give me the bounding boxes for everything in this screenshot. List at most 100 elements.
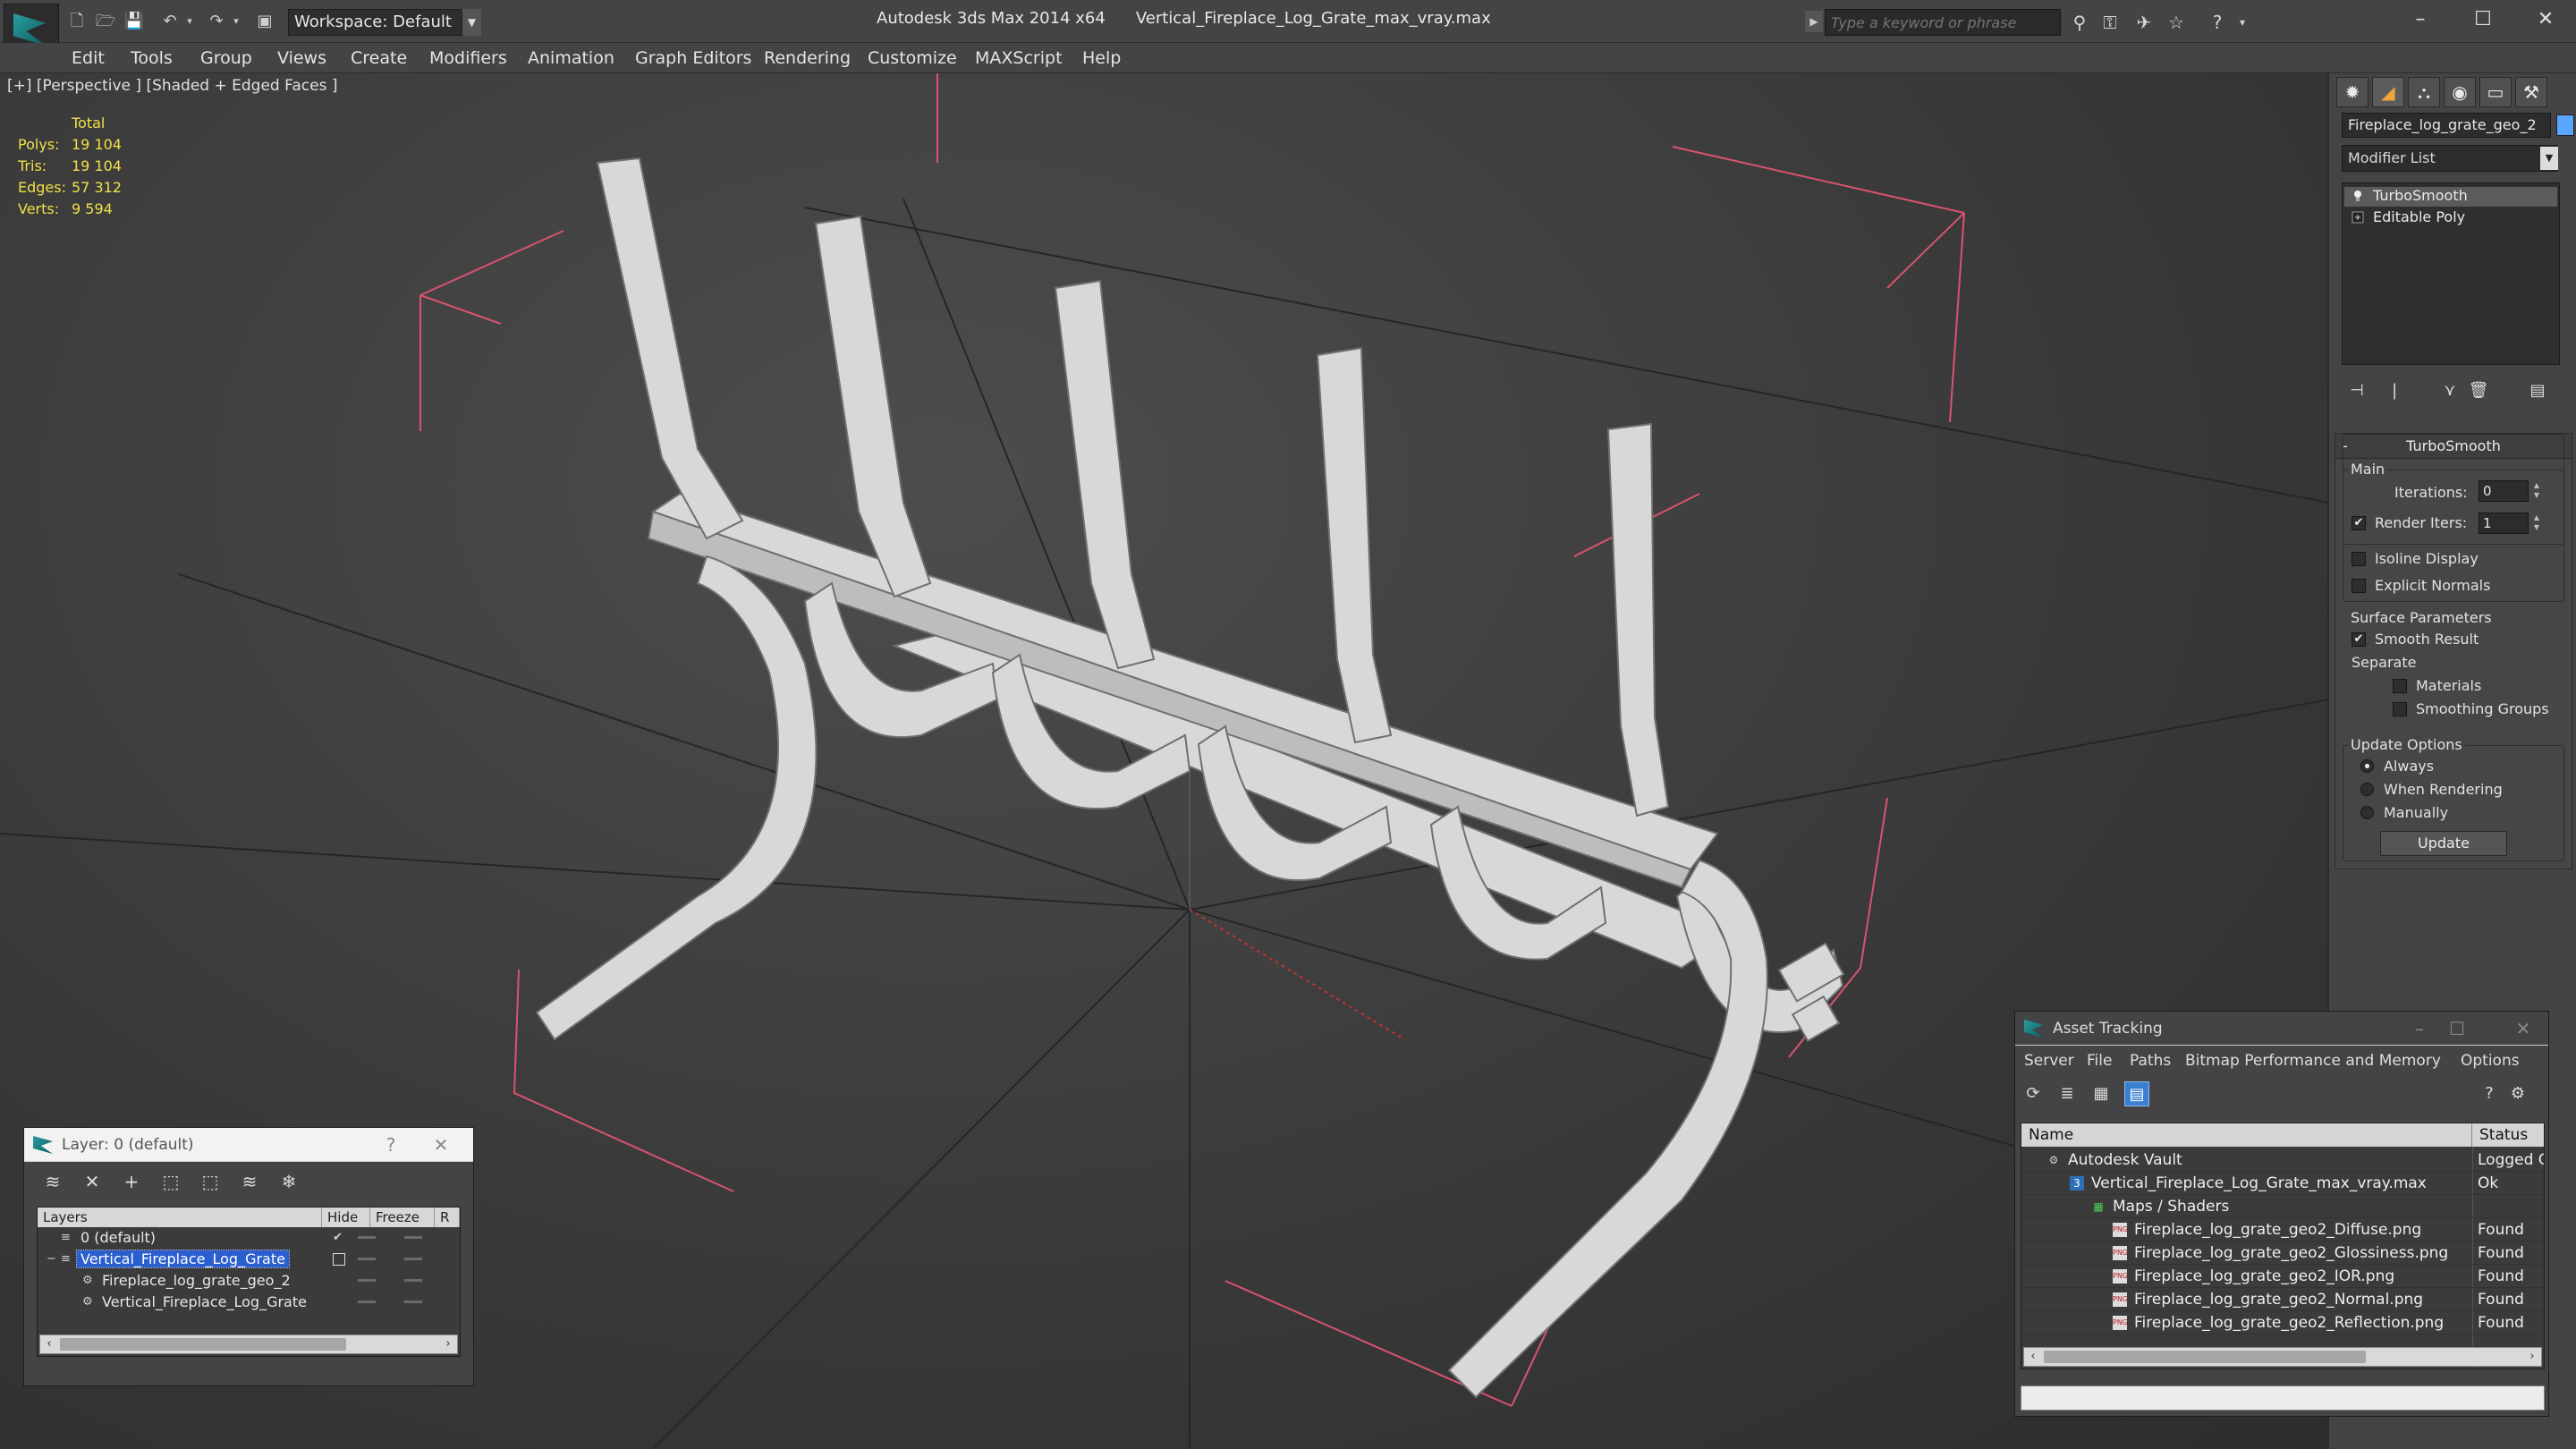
minimize-icon[interactable]: – xyxy=(2402,1015,2437,1042)
asset-row[interactable]: PNG Fireplace_log_grate_geo2_IOR.png Fou… xyxy=(2021,1265,2544,1288)
stack-item-editable-poly[interactable]: Editable Poly xyxy=(2344,208,2557,228)
menu-views[interactable]: Views xyxy=(277,48,326,68)
hide-toggle[interactable] xyxy=(358,1258,376,1260)
favorites-star-icon[interactable]: ☆ xyxy=(2165,11,2188,34)
open-file-icon[interactable]: 🗁 xyxy=(95,11,116,32)
utilities-tab-icon[interactable]: ⚒ xyxy=(2515,77,2547,107)
undo-dropdown-icon[interactable]: ▾ xyxy=(179,11,200,32)
object-color-swatch[interactable] xyxy=(2556,114,2574,136)
menu-create[interactable]: Create xyxy=(351,48,407,68)
column-header-hide[interactable]: Hide xyxy=(322,1208,370,1227)
add-to-layer-icon[interactable]: + xyxy=(119,1169,144,1194)
help-icon[interactable]: ? xyxy=(373,1131,409,1158)
column-header-freeze[interactable]: Freeze xyxy=(370,1208,435,1227)
hide-toggle[interactable] xyxy=(358,1301,376,1303)
thumbnail-view-icon[interactable]: ▦ xyxy=(2089,1081,2114,1106)
menu-bitmap-performance[interactable]: Bitmap Performance and Memory xyxy=(2185,1052,2441,1070)
refresh-icon[interactable]: ⟳ xyxy=(2021,1081,2046,1106)
menu-server[interactable]: Server xyxy=(2024,1052,2074,1070)
when-rendering-radio[interactable] xyxy=(2360,783,2374,796)
close-icon[interactable]: ✕ xyxy=(2505,1015,2541,1042)
lightbulb-icon[interactable] xyxy=(2351,190,2364,202)
select-layer-icon[interactable]: ⬚ xyxy=(198,1169,223,1194)
freeze-all-icon[interactable]: ❄ xyxy=(276,1169,301,1194)
menu-graph-editors[interactable]: Graph Editors xyxy=(635,48,751,68)
binoculars-icon[interactable]: ⚲ xyxy=(2068,11,2091,34)
asset-row[interactable]: PNG Fireplace_log_grate_geo2_Normal.png … xyxy=(2021,1288,2544,1311)
undo-icon[interactable]: ↶ xyxy=(159,11,181,32)
close-icon[interactable]: ✕ xyxy=(423,1131,459,1158)
layer-row[interactable]: ⚙ Fireplace_log_grate_geo_2 xyxy=(39,1270,460,1292)
menu-edit[interactable]: Edit xyxy=(72,48,105,68)
help-dropdown-icon[interactable]: ▾ xyxy=(2231,11,2254,34)
explicit-normals-checkbox[interactable] xyxy=(2351,579,2366,593)
modify-tab-icon[interactable]: ◢ xyxy=(2372,77,2404,107)
menu-modifiers[interactable]: Modifiers xyxy=(429,48,507,68)
minimize-icon[interactable]: – xyxy=(2394,4,2447,36)
search-input[interactable] xyxy=(1825,9,2061,36)
help-icon[interactable]: ? xyxy=(2477,1081,2502,1106)
select-objects-icon[interactable]: ⬚ xyxy=(158,1169,183,1194)
menu-animation[interactable]: Animation xyxy=(528,48,614,68)
manually-radio[interactable] xyxy=(2360,806,2374,819)
freeze-toggle[interactable] xyxy=(404,1236,422,1239)
isoline-display-checkbox[interactable] xyxy=(2351,552,2366,566)
subscription-icon[interactable]: ⚿ xyxy=(2098,11,2122,34)
project-folder-icon[interactable]: ▣ xyxy=(254,11,275,32)
asset-row[interactable]: ⚙ Autodesk Vault Logged O xyxy=(2021,1148,2544,1172)
freeze-toggle[interactable] xyxy=(404,1258,422,1260)
hide-toggle[interactable] xyxy=(358,1236,376,1239)
close-icon[interactable]: ✕ xyxy=(2519,4,2572,36)
scrollbar-thumb[interactable] xyxy=(60,1338,346,1351)
remove-modifier-icon[interactable]: 🗑 xyxy=(2465,377,2492,404)
scroll-left-icon[interactable]: ‹ xyxy=(2026,1349,2040,1365)
object-name-field[interactable]: Fireplace_log_grate_geo_2 xyxy=(2342,113,2551,138)
viewport-label[interactable]: [+] [Perspective ] [Shaded + Edged Faces… xyxy=(7,77,337,95)
freeze-toggle[interactable] xyxy=(404,1279,422,1282)
column-header-status[interactable]: Status xyxy=(2472,1123,2544,1147)
hide-all-icon[interactable]: ≋ xyxy=(237,1169,262,1194)
column-header-name[interactable]: Name xyxy=(2021,1123,2472,1147)
menu-file[interactable]: File xyxy=(2087,1052,2112,1070)
scroll-right-icon[interactable]: › xyxy=(2525,1349,2539,1365)
smooth-result-checkbox[interactable]: ✔ xyxy=(2351,632,2366,647)
menu-rendering[interactable]: Rendering xyxy=(764,48,851,68)
asset-row[interactable]: 3 Vertical_Fireplace_Log_Grate_max_vray.… xyxy=(2021,1172,2544,1195)
materials-checkbox[interactable] xyxy=(2393,679,2407,693)
always-radio[interactable] xyxy=(2360,759,2374,773)
asset-row[interactable]: PNG Fireplace_log_grate_geo2_Glossiness.… xyxy=(2021,1241,2544,1265)
expand-plus-icon[interactable] xyxy=(2351,211,2364,224)
workspace-selector[interactable]: Workspace: Default xyxy=(288,9,481,36)
settings-icon[interactable]: ⚙ xyxy=(2505,1081,2530,1106)
create-tab-icon[interactable]: ✹ xyxy=(2336,77,2368,107)
workspace-dropdown-icon[interactable]: ▼ xyxy=(462,9,481,36)
menu-options[interactable]: Options xyxy=(2461,1052,2520,1070)
current-layer-box-icon[interactable] xyxy=(333,1253,345,1266)
table-view-icon[interactable]: ▤ xyxy=(2124,1081,2149,1106)
save-file-icon[interactable]: 💾 xyxy=(123,11,145,32)
menu-group[interactable]: Group xyxy=(200,48,252,68)
search-expand-icon[interactable]: ▶ xyxy=(1805,11,1823,32)
asset-row[interactable]: PNG Fireplace_log_grate_geo2_Reflection.… xyxy=(2021,1311,2544,1335)
make-unique-icon[interactable]: ⋎ xyxy=(2436,377,2463,404)
chevron-down-icon[interactable]: ▼ xyxy=(2540,147,2558,170)
column-header-render[interactable]: R xyxy=(435,1208,460,1227)
asset-row[interactable]: ▦ Maps / Shaders xyxy=(2021,1195,2544,1218)
horizontal-scrollbar[interactable]: ‹ › xyxy=(2023,1347,2542,1367)
horizontal-scrollbar[interactable]: ‹ › xyxy=(39,1335,458,1354)
checkmark-icon[interactable]: ✔ xyxy=(333,1232,345,1244)
update-button[interactable]: Update xyxy=(2380,831,2507,856)
help-icon[interactable]: ? xyxy=(2206,11,2229,34)
delete-layer-icon[interactable]: ✕ xyxy=(80,1169,105,1194)
motion-tab-icon[interactable]: ◉ xyxy=(2444,77,2476,107)
maximize-icon[interactable]: ☐ xyxy=(2456,4,2510,36)
smoothing-groups-checkbox[interactable] xyxy=(2393,702,2407,716)
layer-row[interactable]: − ≡ Vertical_Fireplace_Log_Grate xyxy=(39,1249,460,1270)
communication-center-icon[interactable]: ✈ xyxy=(2132,11,2156,34)
menu-customize[interactable]: Customize xyxy=(868,48,957,68)
manage-layers-icon[interactable]: ≋ xyxy=(40,1169,65,1194)
column-header-layers[interactable]: Layers xyxy=(38,1208,322,1227)
scroll-right-icon[interactable]: › xyxy=(441,1336,455,1352)
menu-maxscript[interactable]: MAXScript xyxy=(975,48,1063,68)
show-end-result-icon[interactable]: ❘ xyxy=(2381,377,2408,404)
